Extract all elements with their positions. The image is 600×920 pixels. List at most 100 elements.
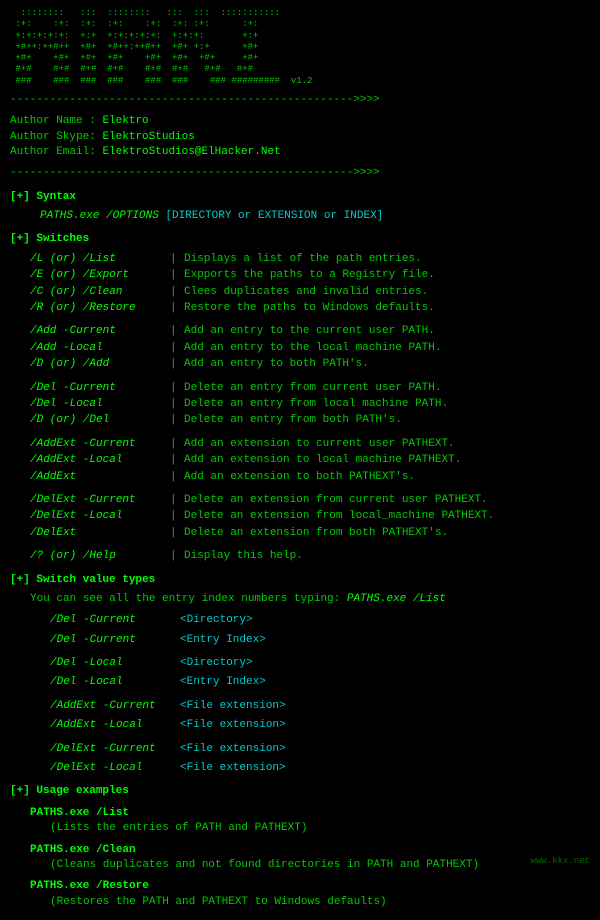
usage-desc: (Lists the entries of PATH and PATHEXT) [50,821,590,836]
usage-desc: (Restores the PATH and PATHEXT to Window… [50,895,590,910]
author-name-label: Author Name : [10,115,96,127]
switch-cmd: /R (or) /Restore [30,301,170,316]
value-cmd: /Del -Local [50,675,180,690]
switch-desc: Add an extension to current user PATHEXT… [184,437,590,452]
switch-row: /Add -Local | Add an entry to the local … [30,341,590,356]
logo-art: :::::::: ::: :::::::: ::: ::: ::::::::::… [10,8,590,87]
usage-example-2: PATHS.exe /Clean (Cleans duplicates and … [30,843,590,874]
switch-row: /AddExt -Local | Add an extension to loc… [30,453,590,468]
value-arg: <File extension> [180,761,286,776]
author-block: Author Name : Elektro Author Skype: Elek… [10,114,590,160]
usage-examples-section: [+] Usage examples PATHS.exe /List (List… [10,784,590,910]
pipe: | [170,357,184,372]
switch-cmd: /AddExt [30,470,170,485]
usage-example-3: PATHS.exe /Restore (Restores the PATH an… [30,879,590,910]
switch-group-2: /Add -Current | Add an entry to the curr… [30,324,590,372]
watermark: www.kkx.net [531,855,590,868]
switch-row: /Add -Current | Add an entry to the curr… [30,324,590,339]
switch-row: /R (or) /Restore | Restore the paths to … [30,301,590,316]
note-cmd: PATHS.exe /List [347,593,446,605]
author-email-label: Author Email: [10,146,96,158]
syntax-header: [+] Syntax [10,190,590,205]
switch-row: /D (or) /Add | Add an entry to both PATH… [30,357,590,372]
pipe: | [170,285,184,300]
pipe: | [170,381,184,396]
switch-desc: Delete an entry from local machine PATH. [184,397,590,412]
pipe: | [170,252,184,267]
switches-header: [+] Switches [10,232,590,247]
pipe: | [170,437,184,452]
switch-desc: Delete an extension from current user PA… [184,493,590,508]
value-row: /AddExt -Local <File extension> [50,718,590,733]
pipe: | [170,453,184,468]
value-types-section: [+] Switch value types You can see all t… [10,573,590,777]
pipe: | [170,413,184,428]
switch-cmd: /DelExt [30,526,170,541]
value-cmd: /Del -Current [50,633,180,648]
value-cmd: /DelExt -Local [50,761,180,776]
usage-cmd: PATHS.exe /Clean [30,843,590,858]
syntax-line: PATHS.exe /OPTIONS [DIRECTORY or EXTENSI… [40,209,590,224]
value-types-header: [+] Switch value types [10,573,590,588]
switch-row: /Del -Local | Delete an entry from local… [30,397,590,412]
switch-desc: Restore the paths to Windows defaults. [184,301,590,316]
pipe: | [170,341,184,356]
switch-row: /D (or) /Del | Delete an entry from both… [30,413,590,428]
switch-row: /? (or) /Help | Display this help. [30,549,590,564]
value-type-table: /Del -Current <Directory> /Del -Current … [30,613,590,776]
value-row: /DelExt -Current <File extension> [50,742,590,757]
switch-row: /C (or) /Clean | Clees duplicates and in… [30,285,590,300]
switch-desc: Delete an entry from both PATH's. [184,413,590,428]
value-cmd: /Del -Local [50,656,180,671]
author-skype-label: Author Skype: [10,131,96,143]
value-arg: <File extension> [180,742,286,757]
syntax-options: /OPTIONS [106,210,165,222]
switch-desc: Add an entry to the current user PATH. [184,324,590,339]
switch-group-5: /DelExt -Current | Delete an extension f… [30,493,590,541]
switch-cmd: /Del -Local [30,397,170,412]
switch-desc: Delete an extension from both PATHEXT's. [184,526,590,541]
switch-desc: Expports the paths to a Registry file. [184,268,590,283]
terminal-window: :::::::: ::: :::::::: ::: ::: ::::::::::… [10,8,590,910]
value-type-note: You can see all the entry index numbers … [30,592,590,607]
value-cmd: /DelExt -Current [50,742,180,757]
usage-cmd: PATHS.exe /Restore [30,879,590,894]
switch-cmd: /D (or) /Del [30,413,170,428]
switch-desc: Add an entry to the local machine PATH. [184,341,590,356]
switch-desc: Add an extension to local machine PATHEX… [184,453,590,468]
pipe: | [170,397,184,412]
switch-cmd: /AddExt -Local [30,453,170,468]
switch-group-6: /? (or) /Help | Display this help. [30,549,590,564]
switch-desc: Display this help. [184,549,590,564]
switch-row: /DelExt -Current | Delete an extension f… [30,493,590,508]
value-row: /Del -Local <Entry Index> [50,675,590,690]
value-row: /Del -Local <Directory> [50,656,590,671]
switch-row: /AddExt | Add an extension to both PATHE… [30,470,590,485]
switch-cmd: /C (or) /Clean [30,285,170,300]
value-arg: <Entry Index> [180,675,266,690]
pipe: | [170,268,184,283]
switch-row: /Del -Current | Delete an entry from cur… [30,381,590,396]
switch-desc: Displays a list of the path entries. [184,252,590,267]
switch-cmd: /L (or) /List [30,252,170,267]
switch-cmd: /D (or) /Add [30,357,170,372]
author-skype-value: ElektroStudios [102,131,194,143]
syntax-exe: PATHS.exe [40,210,106,222]
value-row: /Del -Current <Entry Index> [50,633,590,648]
note-prefix: You can see all the entry index numbers … [30,593,347,605]
switch-cmd: /DelExt -Local [30,509,170,524]
usage-desc: (Cleans duplicates and not found directo… [50,858,590,873]
pipe: | [170,324,184,339]
switch-row: /DelExt | Delete an extension from both … [30,526,590,541]
usage-cmd: PATHS.exe /List [30,806,590,821]
value-row: /DelExt -Local <File extension> [50,761,590,776]
switch-cmd: /Add -Current [30,324,170,339]
value-cmd: /Del -Current [50,613,180,628]
pipe: | [170,301,184,316]
switch-cmd: /Add -Local [30,341,170,356]
value-arg: <Directory> [180,656,253,671]
switch-desc: Delete an entry from current user PATH. [184,381,590,396]
value-arg: <File extension> [180,699,286,714]
switch-cmd: /Del -Current [30,381,170,396]
switch-desc: Delete an extension from local_machine P… [184,509,590,524]
